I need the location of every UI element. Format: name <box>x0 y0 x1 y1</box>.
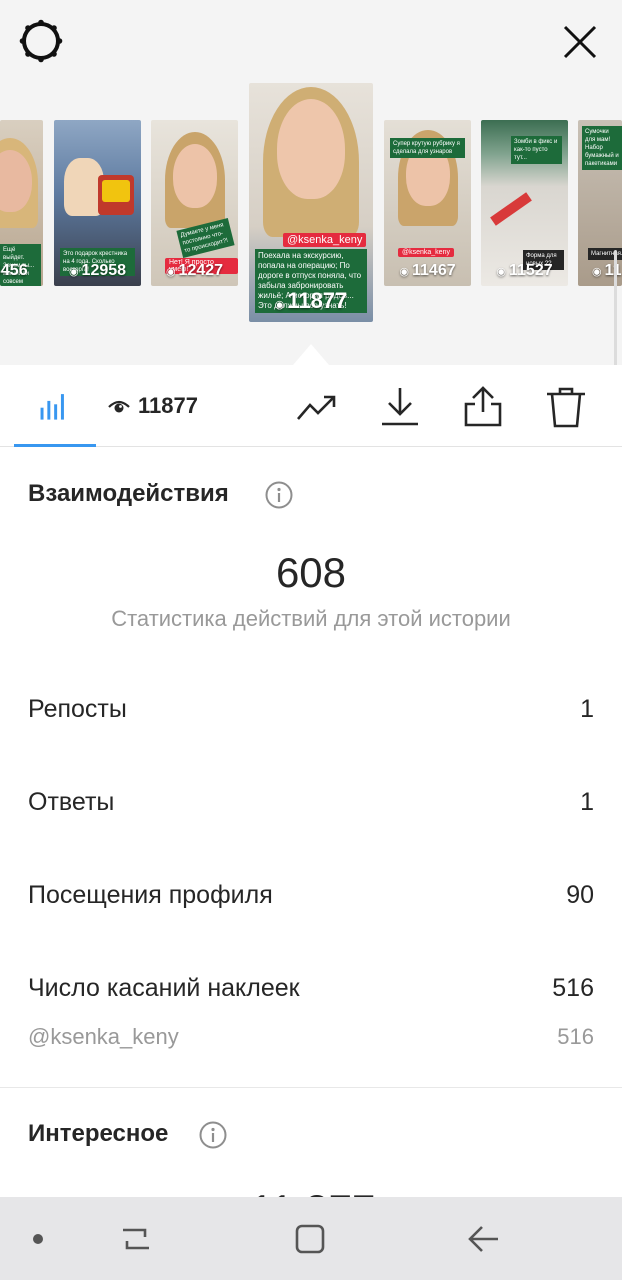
story-view-count: ◉11 <box>592 262 622 279</box>
interactions-total: 608 <box>275 549 347 596</box>
story-caption: Сумочки для мам! Набор бумажный и пакети… <box>582 126 622 170</box>
info-icon[interactable] <box>265 481 293 509</box>
replies-value: 1 <box>580 788 594 816</box>
delete-icon[interactable] <box>544 385 588 429</box>
story-view-count: 3456 <box>0 262 28 279</box>
tab-insights[interactable] <box>14 365 96 447</box>
close-icon[interactable] <box>560 22 600 62</box>
story-view-count: ◉ 12427 <box>165 262 224 279</box>
gear-icon[interactable] <box>18 18 64 64</box>
discovery-title: Интересное <box>28 1120 169 1147</box>
replies-label: Ответы <box>28 788 115 816</box>
interactions-subtitle: Статистика действий для этой истории <box>111 606 511 631</box>
story-thumbnail[interactable]: Это подарок крестника на 4 года. Сколько… <box>54 120 141 286</box>
story-carousel[interactable]: Ещё выйдет. Зачем ты... а выпили совсем … <box>0 80 622 330</box>
story-thumbnail[interactable]: Думаете у меня постоянно что-то происход… <box>151 120 238 286</box>
back-icon[interactable] <box>464 1219 504 1259</box>
info-icon[interactable] <box>199 1121 227 1149</box>
story-thumbnail[interactable]: Супер крутую рубрику я сделала для узнар… <box>384 120 471 286</box>
story-thumbnail-selected[interactable]: @ksenka_keny Поехала на экскурсию, попал… <box>249 83 373 322</box>
sticker-taps-label: Число касаний наклеек <box>28 974 300 1002</box>
story-caption: Супер крутую рубрику я сделала для узнар… <box>390 138 465 158</box>
selected-pointer <box>293 344 329 365</box>
story-caption: Зомби в фикс и как-то пусто тут... <box>511 136 562 164</box>
sticker-mention-value: 516 <box>557 1024 594 1049</box>
sticker-mention-label: @ksenka_keny <box>28 1024 179 1049</box>
story-tag: @ksenka_keny <box>283 233 367 247</box>
promote-trend-icon[interactable] <box>296 385 340 429</box>
story-tag: @ksenka_keny <box>398 248 454 257</box>
story-view-count: ◉ 11467 <box>399 262 456 279</box>
story-view-count: ◉ 11877 <box>274 288 348 313</box>
share-icon[interactable] <box>461 385 505 429</box>
story-thumbnail[interactable]: Ещё выйдет. Зачем ты... а выпили совсем … <box>0 120 43 286</box>
interactions-title: Взаимодействия <box>28 480 229 507</box>
home-icon[interactable] <box>290 1219 330 1259</box>
views-count: 11877 <box>138 393 198 418</box>
story-thumbnail[interactable]: Зомби в фикс и как-то пусто тут... Форма… <box>481 120 568 286</box>
tab-underline <box>14 444 96 447</box>
tab-viewers[interactable]: 11877 <box>108 389 198 423</box>
story-carousel-area: Ещё выйдет. Зачем ты... а выпили совсем … <box>0 0 622 365</box>
story-view-count: ◉ 11527 <box>496 262 553 279</box>
system-navigation-bar <box>0 1197 622 1280</box>
section-divider <box>0 1087 622 1088</box>
download-icon[interactable] <box>378 385 422 429</box>
story-action-bar: 11877 <box>0 365 622 447</box>
profile-visits-value: 90 <box>566 881 594 909</box>
reposts-value: 1 <box>580 695 594 723</box>
bar-chart-icon <box>40 394 64 420</box>
dot-icon[interactable] <box>18 1219 58 1259</box>
eye-icon <box>108 400 130 413</box>
reposts-label: Репосты <box>28 695 127 723</box>
recents-icon[interactable] <box>116 1219 156 1259</box>
profile-visits-label: Посещения профиля <box>28 881 273 909</box>
sticker-taps-value: 516 <box>552 974 594 1002</box>
story-view-count: ◉ 12958 <box>68 262 127 279</box>
